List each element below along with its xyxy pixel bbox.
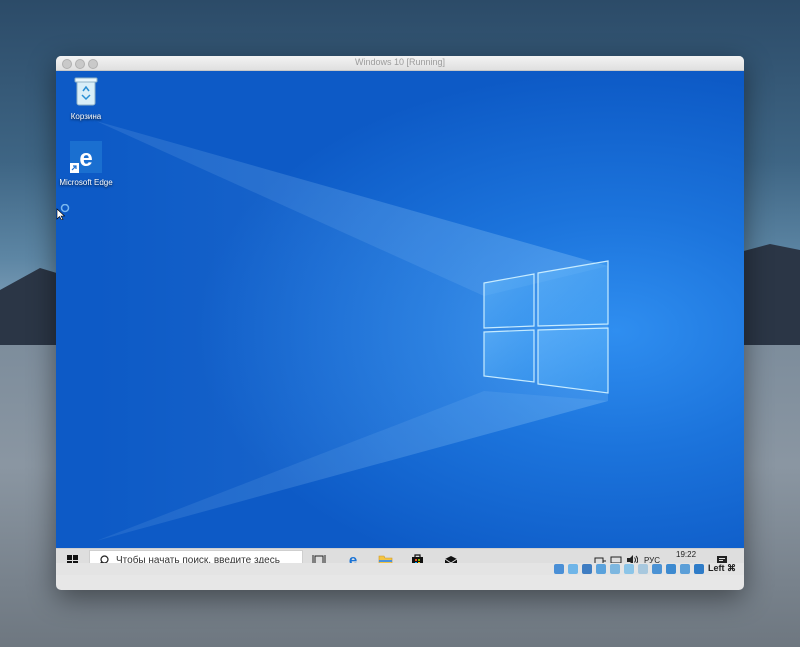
edge-icon: e bbox=[70, 141, 102, 173]
svg-text:e: e bbox=[79, 145, 92, 172]
vm-window[interactable]: Windows 10 [Running] Корзина e Microsoft… bbox=[56, 56, 744, 590]
shared-folders-status-icon[interactable] bbox=[624, 564, 634, 574]
mouse-cursor-icon bbox=[56, 204, 70, 220]
recording-status-icon[interactable] bbox=[652, 564, 662, 574]
mouse-integration-icon[interactable] bbox=[680, 564, 690, 574]
host-key-label: Left ⌘ bbox=[708, 563, 736, 573]
display-status-icon[interactable] bbox=[638, 564, 648, 574]
desktop-icon-label: Корзина bbox=[70, 112, 102, 121]
vm-window-title: Windows 10 [Running] bbox=[354, 57, 446, 67]
recycle-bin[interactable]: Корзина bbox=[58, 75, 114, 121]
desktop-icon-label: Microsoft Edge bbox=[59, 178, 113, 187]
optical-drive-status-icon[interactable] bbox=[568, 564, 578, 574]
vm-titlebar[interactable]: Windows 10 [Running] bbox=[56, 56, 744, 71]
cpu-status-icon[interactable] bbox=[666, 564, 676, 574]
keyboard-status-icon[interactable] bbox=[694, 564, 704, 574]
usb-status-icon[interactable] bbox=[610, 564, 620, 574]
network-status-icon[interactable] bbox=[596, 564, 606, 574]
windows-desktop[interactable]: Корзина e Microsoft Edge bbox=[56, 71, 744, 563]
windows-logo-wallpaper bbox=[96, 121, 609, 541]
hard-disk-status-icon[interactable] bbox=[554, 564, 564, 574]
clock[interactable]: 19:22 bbox=[676, 550, 696, 559]
recycle-bin-icon bbox=[74, 77, 98, 106]
vm-status-bar: Left ⌘ bbox=[56, 563, 744, 575]
edge-shortcut[interactable]: e Microsoft Edge bbox=[58, 141, 114, 187]
audio-status-icon[interactable] bbox=[582, 564, 592, 574]
